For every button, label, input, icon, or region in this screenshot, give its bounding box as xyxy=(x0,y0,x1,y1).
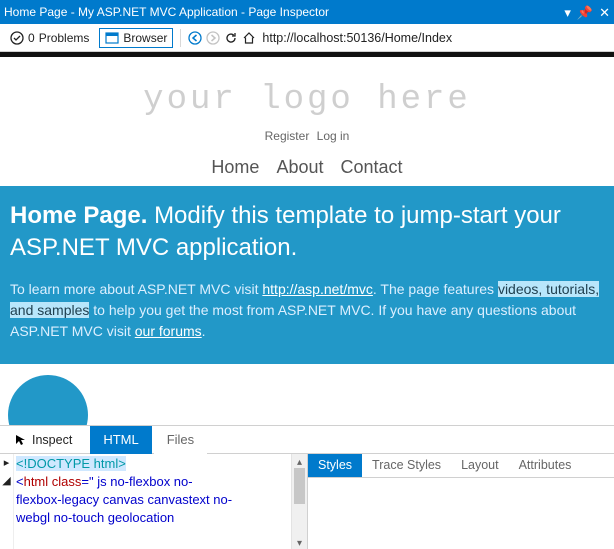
stab-styles[interactable]: Styles xyxy=(308,454,362,477)
scroll-up-icon[interactable]: ▴ xyxy=(292,454,307,468)
hero-section: Home Page. Modify this template to jump-… xyxy=(0,186,614,364)
hero-heading: Home Page. Modify this template to jump-… xyxy=(10,200,604,265)
scroll-thumb[interactable] xyxy=(294,468,305,504)
dropdown-icon[interactable]: ▾ xyxy=(564,6,571,19)
stab-layout[interactable]: Layout xyxy=(451,454,509,477)
inspector-tabs-row: Inspect HTML Files xyxy=(0,426,614,454)
forward-icon[interactable] xyxy=(206,31,220,45)
hero-title-bold: Home Page. xyxy=(10,202,147,229)
register-link[interactable]: Register xyxy=(265,129,310,143)
hero-lead: To learn more about ASP.NET MVC visit ht… xyxy=(10,279,604,342)
nav-contact[interactable]: Contact xyxy=(341,157,403,177)
code-l3: flexbox-legacy canvas canvastext no- xyxy=(16,492,232,507)
code-l2b: html xyxy=(24,474,49,489)
inspect-button[interactable]: Inspect xyxy=(6,430,80,450)
code-l2c: class xyxy=(48,474,81,489)
inspector-body: ▸ ◢ <!DOCTYPE html> <html class=" js no-… xyxy=(0,454,614,549)
code-line1: <!DOCTYPE html> xyxy=(16,456,126,471)
decorative-circle xyxy=(8,375,88,425)
lead-link-forums[interactable]: our forums xyxy=(135,323,202,339)
nav-about[interactable]: About xyxy=(276,157,323,177)
back-icon[interactable] xyxy=(188,31,202,45)
toolbar-separator xyxy=(180,29,181,47)
home-icon[interactable] xyxy=(242,31,256,45)
toolbar: 0 Problems Browser http://localhost:5013… xyxy=(0,24,614,52)
lead-pre: To learn more about ASP.NET MVC visit xyxy=(10,281,262,297)
browser-label: Browser xyxy=(123,31,167,45)
code-content: <!DOCTYPE html> <html class=" js no-flex… xyxy=(14,454,291,549)
code-pane[interactable]: ▸ ◢ <!DOCTYPE html> <html class=" js no-… xyxy=(0,454,308,549)
check-icon xyxy=(10,31,24,45)
window-icon xyxy=(105,31,119,45)
styles-tabs: Styles Trace Styles Layout Attributes xyxy=(308,454,614,478)
logo-placeholder: your logo here xyxy=(0,81,614,119)
problems-label: Problems xyxy=(39,31,90,45)
nav-home[interactable]: Home xyxy=(211,157,259,177)
problems-count: 0 xyxy=(28,31,35,45)
cursor-icon xyxy=(14,433,28,447)
lead-mid2: to help you get the most from ASP.NET MV… xyxy=(10,302,576,339)
stab-attributes[interactable]: Attributes xyxy=(509,454,582,477)
problems-button[interactable]: 0 Problems xyxy=(4,28,95,48)
lead-mid1: . The page features xyxy=(373,281,498,297)
lead-link-aspnet[interactable]: http://asp.net/mvc xyxy=(262,281,373,297)
tab-files[interactable]: Files xyxy=(154,426,207,454)
browser-button[interactable]: Browser xyxy=(99,28,173,48)
refresh-icon[interactable] xyxy=(224,31,238,45)
window-controls: ▾ 📌 ✕ xyxy=(564,6,610,19)
auth-links: Register Log in xyxy=(0,129,614,143)
inspect-label: Inspect xyxy=(32,433,72,447)
login-link[interactable]: Log in xyxy=(317,129,350,143)
scroll-down-icon[interactable]: ▾ xyxy=(292,535,307,549)
close-icon[interactable]: ✕ xyxy=(599,6,610,19)
lead-end: . xyxy=(202,323,206,339)
inspector-panel: Inspect HTML Files ▸ ◢ <!DOCTYPE html> <… xyxy=(0,425,614,549)
gutter-collapse-icon[interactable]: ◢ xyxy=(0,472,13,490)
styles-pane: Styles Trace Styles Layout Attributes xyxy=(308,454,614,549)
gutter-expand-icon[interactable]: ▸ xyxy=(0,454,13,472)
window-title: Home Page - My ASP.NET MVC Application -… xyxy=(4,5,564,19)
tab-html[interactable]: HTML xyxy=(90,426,151,454)
code-scrollbar[interactable]: ▴ ▾ xyxy=(291,454,307,549)
code-l2a: < xyxy=(16,474,24,489)
code-l2d: =" js no-flexbox no- xyxy=(81,474,192,489)
pin-icon[interactable]: 📌 xyxy=(577,6,593,19)
code-l4: webgl no-touch geolocation xyxy=(16,510,174,525)
stab-trace[interactable]: Trace Styles xyxy=(362,454,451,477)
main-nav: Home About Contact xyxy=(0,157,614,178)
address-bar[interactable]: http://localhost:50136/Home/Index xyxy=(260,31,610,45)
browser-viewport: your logo here Register Log in Home Abou… xyxy=(0,52,614,425)
code-gutter: ▸ ◢ xyxy=(0,454,14,549)
top-strip xyxy=(0,52,614,57)
title-bar: Home Page - My ASP.NET MVC Application -… xyxy=(0,0,614,24)
